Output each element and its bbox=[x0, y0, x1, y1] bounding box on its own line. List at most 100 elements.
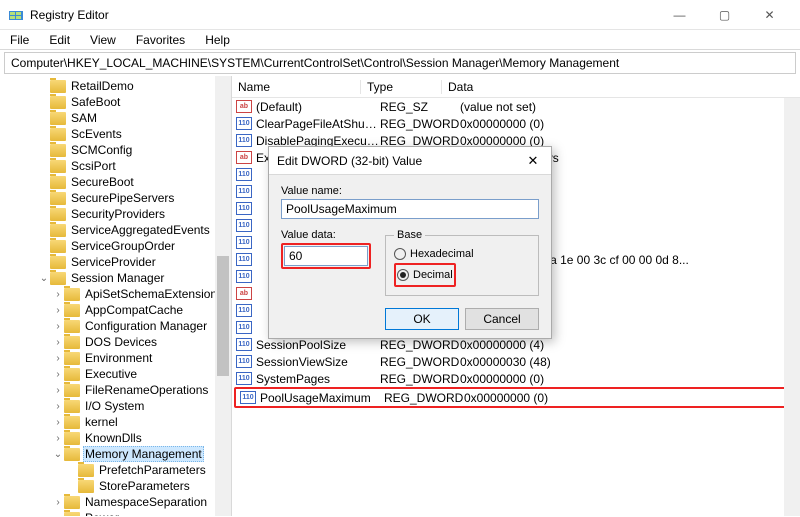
col-data[interactable]: Data bbox=[442, 80, 800, 94]
binary-value-icon: 110 bbox=[236, 338, 252, 351]
cell-name: PoolUsageMaximum bbox=[260, 391, 384, 405]
list-row[interactable]: 110ClearPageFileAtShutd...REG_DWORD0x000… bbox=[232, 115, 800, 132]
chevron-right-icon[interactable]: › bbox=[52, 353, 64, 364]
chevron-right-icon[interactable]: › bbox=[52, 497, 64, 508]
chevron-right-icon[interactable]: › bbox=[52, 305, 64, 316]
tree-item[interactable]: › Executive bbox=[0, 366, 231, 382]
radio-hex[interactable]: Hexadecimal bbox=[394, 248, 530, 260]
folder-icon bbox=[64, 384, 80, 397]
tree-item[interactable]: SecurePipeServers bbox=[0, 190, 231, 206]
dialog-close-button[interactable]: ✕ bbox=[523, 153, 543, 169]
tree-item[interactable]: ServiceProvider bbox=[0, 254, 231, 270]
tree-item[interactable]: › kernel bbox=[0, 414, 231, 430]
col-type[interactable]: Type bbox=[361, 80, 441, 94]
list-scrollbar[interactable] bbox=[784, 98, 800, 516]
tree-item[interactable]: › I/O System bbox=[0, 398, 231, 414]
tree-item-label: SecurePipeServers bbox=[69, 191, 176, 205]
tree-item[interactable]: StoreParameters bbox=[0, 478, 231, 494]
tree-item[interactable]: SCMConfig bbox=[0, 142, 231, 158]
chevron-right-icon[interactable]: › bbox=[52, 289, 64, 300]
chevron-down-icon[interactable]: ⌄ bbox=[52, 449, 64, 460]
tree-item[interactable]: ›Environment bbox=[0, 350, 231, 366]
list-row[interactable]: 110SessionViewSizeREG_DWORD0x00000030 (4… bbox=[232, 353, 800, 370]
tree-item-label: kernel bbox=[83, 415, 120, 429]
folder-icon bbox=[64, 368, 80, 381]
close-button[interactable]: ✕ bbox=[747, 0, 792, 29]
string-value-icon: ab bbox=[236, 151, 252, 164]
tree-item[interactable]: SafeBoot bbox=[0, 94, 231, 110]
tree-item[interactable]: ›NamespaceSeparation bbox=[0, 494, 231, 510]
tree-item[interactable]: ›KnownDlls bbox=[0, 430, 231, 446]
value-data-field[interactable]: 60 bbox=[284, 246, 368, 266]
folder-icon bbox=[64, 416, 80, 429]
tree-item[interactable]: › DOS Devices bbox=[0, 334, 231, 350]
tree-item[interactable]: SecurityProviders bbox=[0, 206, 231, 222]
ok-button[interactable]: OK bbox=[385, 308, 459, 330]
tree-item[interactable]: SAM bbox=[0, 110, 231, 126]
binary-value-icon: 110 bbox=[236, 236, 252, 249]
tree-item[interactable]: ›Power bbox=[0, 510, 231, 516]
tree-item[interactable]: SecureBoot bbox=[0, 174, 231, 190]
tree-item-label: Executive bbox=[83, 367, 139, 381]
binary-value-icon: 110 bbox=[236, 321, 252, 334]
binary-value-icon: 110 bbox=[236, 372, 252, 385]
list-row[interactable]: 110PoolUsageMaximumREG_DWORD0x00000000 (… bbox=[236, 389, 790, 406]
tree-item-label: ServiceAggregatedEvents bbox=[69, 223, 212, 237]
folder-icon bbox=[64, 512, 80, 517]
menu-favorites[interactable]: Favorites bbox=[132, 31, 189, 49]
tree-item[interactable]: ›Configuration Manager bbox=[0, 318, 231, 334]
tree-item-label: I/O System bbox=[83, 399, 146, 413]
chevron-right-icon[interactable]: › bbox=[52, 433, 64, 444]
menubar: File Edit View Favorites Help bbox=[0, 30, 800, 50]
tree-item-label: DOS Devices bbox=[83, 335, 159, 349]
tree-item[interactable]: ScsiPort bbox=[0, 158, 231, 174]
radio-decimal[interactable]: Decimal bbox=[397, 269, 453, 281]
menu-edit[interactable]: Edit bbox=[45, 31, 74, 49]
base-group: Base Hexadecimal Decimal bbox=[385, 229, 539, 296]
cell-data: 0x00000000 (4) bbox=[460, 338, 800, 352]
col-name[interactable]: Name bbox=[232, 80, 360, 94]
tree-item[interactable]: ServiceAggregatedEvents bbox=[0, 222, 231, 238]
folder-icon bbox=[64, 320, 80, 333]
chevron-right-icon[interactable]: › bbox=[52, 401, 64, 412]
tree-item[interactable]: PrefetchParameters bbox=[0, 462, 231, 478]
menu-help[interactable]: Help bbox=[201, 31, 234, 49]
tree-item-label: PrefetchParameters bbox=[97, 463, 208, 477]
tree-item-label: SafeBoot bbox=[69, 95, 122, 109]
tree-item[interactable]: ⌄Session Manager bbox=[0, 270, 231, 286]
list-row[interactable]: 110SystemPagesREG_DWORD0x00000000 (0) bbox=[232, 370, 800, 387]
radio-hex-icon bbox=[394, 248, 406, 260]
binary-value-icon: 110 bbox=[236, 117, 252, 130]
value-name-field[interactable]: PoolUsageMaximum bbox=[281, 199, 539, 219]
chevron-right-icon[interactable]: › bbox=[52, 385, 64, 396]
menu-file[interactable]: File bbox=[6, 31, 33, 49]
tree-item[interactable]: ›FileRenameOperations bbox=[0, 382, 231, 398]
menu-view[interactable]: View bbox=[86, 31, 120, 49]
tree-item-label: ServiceProvider bbox=[69, 255, 158, 269]
cell-data: 0x00000000 (0) bbox=[460, 117, 800, 131]
tree-scrollbar[interactable] bbox=[215, 76, 231, 516]
cancel-button[interactable]: Cancel bbox=[465, 308, 539, 330]
tree-item-label: SAM bbox=[69, 111, 99, 125]
chevron-right-icon[interactable]: › bbox=[52, 417, 64, 428]
chevron-right-icon[interactable]: › bbox=[52, 513, 64, 517]
tree-item[interactable]: RetailDemo bbox=[0, 78, 231, 94]
tree-item-label: ServiceGroupOrder bbox=[69, 239, 177, 253]
tree-item[interactable]: ›ApiSetSchemaExtensions bbox=[0, 286, 231, 302]
list-row[interactable]: ab(Default)REG_SZ(value not set) bbox=[232, 98, 800, 115]
value-name-label: Value name: bbox=[281, 185, 539, 197]
folder-icon bbox=[64, 400, 80, 413]
chevron-right-icon[interactable]: › bbox=[52, 321, 64, 332]
tree-item-label: ScsiPort bbox=[69, 159, 118, 173]
tree-item[interactable]: ScEvents bbox=[0, 126, 231, 142]
tree-item[interactable]: ⌄Memory Management bbox=[0, 446, 231, 462]
tree-item[interactable]: ›AppCompatCache bbox=[0, 302, 231, 318]
minimize-button[interactable]: — bbox=[657, 0, 702, 29]
chevron-down-icon[interactable]: ⌄ bbox=[38, 273, 50, 284]
maximize-button[interactable]: ▢ bbox=[702, 0, 747, 29]
cell-name: ClearPageFileAtShutd... bbox=[256, 117, 380, 131]
chevron-right-icon[interactable]: › bbox=[52, 337, 64, 348]
tree-item[interactable]: ServiceGroupOrder bbox=[0, 238, 231, 254]
chevron-right-icon[interactable]: › bbox=[52, 369, 64, 380]
address-bar[interactable]: Computer\HKEY_LOCAL_MACHINE\SYSTEM\Curre… bbox=[4, 52, 796, 74]
